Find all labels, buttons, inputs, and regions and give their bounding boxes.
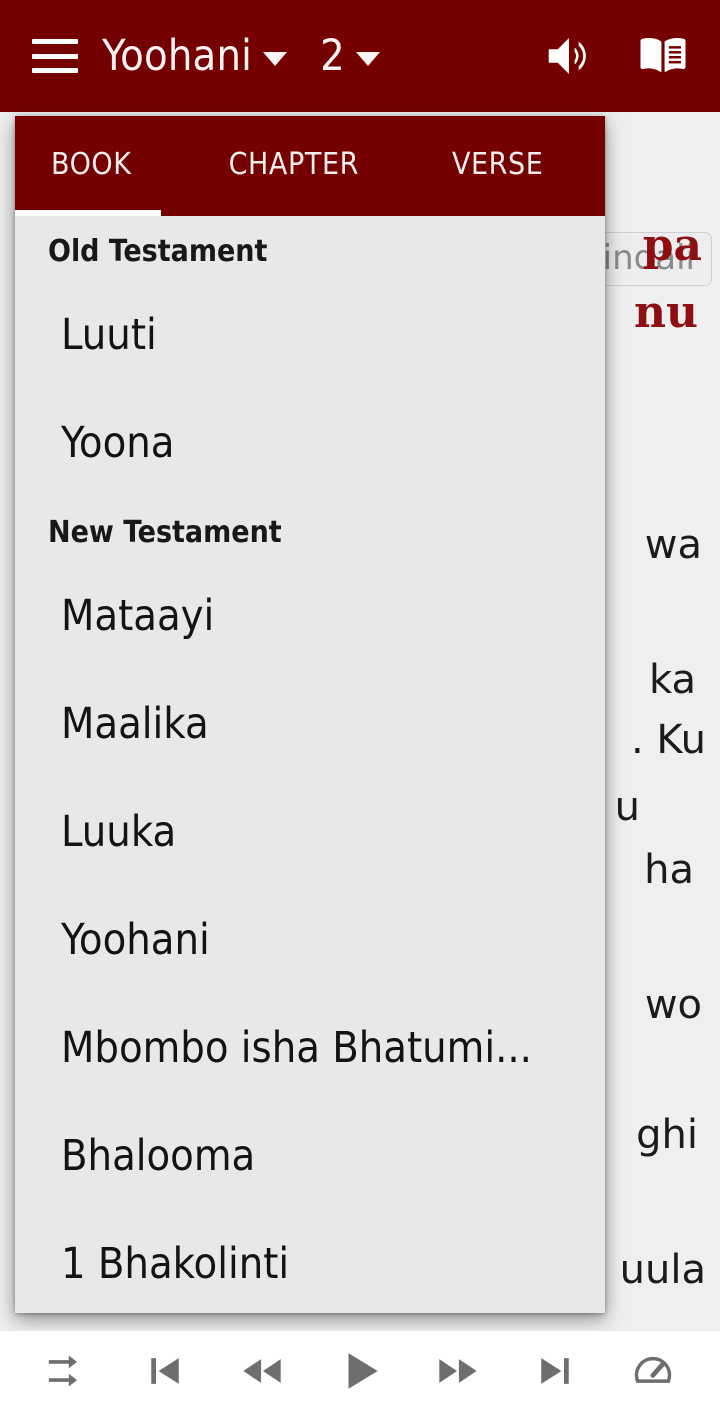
skip-previous-icon[interactable] bbox=[128, 1340, 202, 1402]
scripture-fragment: nu bbox=[634, 287, 698, 338]
tab-chapter[interactable]: CHAPTER bbox=[229, 147, 359, 186]
book-list-item[interactable]: Mbombo isha Bhatumi... bbox=[15, 994, 605, 1102]
tab-verse[interactable]: VERSE bbox=[452, 147, 543, 186]
chevron-down-icon bbox=[263, 52, 288, 66]
audio-player-bar bbox=[0, 1330, 720, 1410]
scripture-fragment: ghi bbox=[636, 1112, 698, 1158]
scripture-fragment: wo bbox=[644, 982, 702, 1028]
hamburger-menu-icon[interactable] bbox=[32, 39, 78, 73]
volume-up-icon[interactable] bbox=[538, 25, 600, 87]
scripture-fragment: wa bbox=[644, 522, 702, 568]
scripture-fragment: u bbox=[614, 784, 640, 830]
scripture-fragment: ha bbox=[644, 847, 694, 893]
book-list-item[interactable]: Bhalooma bbox=[15, 1102, 605, 1210]
scripture-fragment: ka bbox=[649, 657, 696, 703]
open-book-icon[interactable] bbox=[632, 25, 694, 87]
book-picker-dialog: BOOK CHAPTER VERSE Old Testament Luuti Yoo… bbox=[15, 116, 605, 1313]
book-list-item[interactable]: 1 Bhakolinti bbox=[15, 1210, 605, 1313]
skip-next-icon[interactable] bbox=[518, 1340, 592, 1402]
book-selector[interactable]: Yoohani bbox=[102, 30, 288, 81]
fast-forward-icon[interactable] bbox=[421, 1340, 495, 1402]
rewind-icon[interactable] bbox=[225, 1340, 299, 1402]
playback-speed-icon[interactable] bbox=[616, 1340, 690, 1402]
section-heading: New Testament bbox=[48, 515, 282, 550]
book-list-item[interactable]: Yoohani bbox=[15, 886, 605, 994]
section-heading: Old Testament bbox=[48, 234, 268, 269]
book-list-item[interactable]: Luuka bbox=[15, 778, 605, 886]
book-list[interactable]: Old Testament Luuti Yoona New Testament Mata… bbox=[15, 216, 605, 1313]
scripture-fragment: . Ku bbox=[630, 717, 706, 763]
book-list-item[interactable]: Mataayi bbox=[15, 562, 605, 670]
top-app-bar: Yoohani 2 bbox=[0, 0, 720, 112]
chevron-down-icon bbox=[355, 52, 380, 66]
app-root: Kindali pa nu wa ka. Ku u ha wo ghi uula Yoohani… bbox=[0, 0, 720, 1410]
play-icon[interactable] bbox=[323, 1340, 397, 1402]
book-list-item[interactable]: Maalika bbox=[15, 670, 605, 778]
chapter-selector-label: 2 bbox=[320, 30, 345, 81]
book-list-item[interactable]: Luuti bbox=[15, 281, 605, 389]
book-list-item[interactable]: Yoona bbox=[15, 389, 605, 497]
picker-tab-bar: BOOK CHAPTER VERSE bbox=[15, 116, 605, 216]
chapter-selector[interactable]: 2 bbox=[320, 30, 380, 81]
tab-book[interactable]: BOOK bbox=[51, 147, 132, 186]
book-selector-label: Yoohani bbox=[102, 30, 253, 81]
scripture-fragment: uula bbox=[619, 1247, 706, 1293]
scripture-fragment: pa bbox=[642, 220, 702, 271]
continuous-play-icon[interactable] bbox=[30, 1340, 104, 1402]
